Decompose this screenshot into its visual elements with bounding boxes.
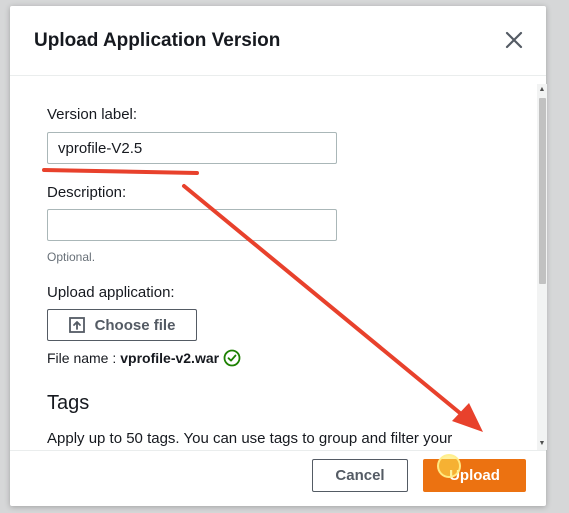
check-circle-icon [223, 349, 241, 367]
file-name-value: vprofile-v2.war [120, 350, 220, 366]
close-icon [505, 31, 523, 49]
scroll-down-icon[interactable]: ▼ [538, 440, 546, 448]
upload-version-dialog: Upload Application Version Version label… [10, 6, 547, 506]
dialog-header: Upload Application Version [10, 6, 546, 76]
description-label: Description: [47, 184, 127, 201]
tags-description: Apply up to 50 tags. You can use tags to… [47, 430, 453, 447]
version-label-input[interactable] [47, 132, 337, 164]
upload-application-label: Upload application: [47, 284, 175, 301]
cursor-highlight [437, 454, 461, 478]
cancel-button[interactable]: Cancel [312, 459, 408, 492]
dialog-title: Upload Application Version [34, 30, 281, 51]
close-button[interactable] [502, 28, 526, 52]
file-name-prefix: File name : [47, 350, 117, 366]
scroll-up-icon[interactable]: ▲ [538, 86, 546, 94]
dialog-footer: Cancel Upload [10, 450, 546, 506]
version-label: Version label: [47, 106, 138, 123]
upload-icon [68, 317, 85, 333]
description-hint: Optional. [47, 250, 96, 264]
file-name-line: File name : vprofile-v2.war [47, 349, 241, 367]
choose-file-button[interactable]: Choose file [47, 309, 197, 341]
dialog-scrollbar[interactable]: ▲ ▼ [537, 84, 547, 450]
tags-heading: Tags [47, 392, 90, 414]
choose-file-label: Choose file [94, 316, 176, 334]
scroll-thumb[interactable] [539, 98, 546, 284]
description-input[interactable] [47, 209, 337, 241]
